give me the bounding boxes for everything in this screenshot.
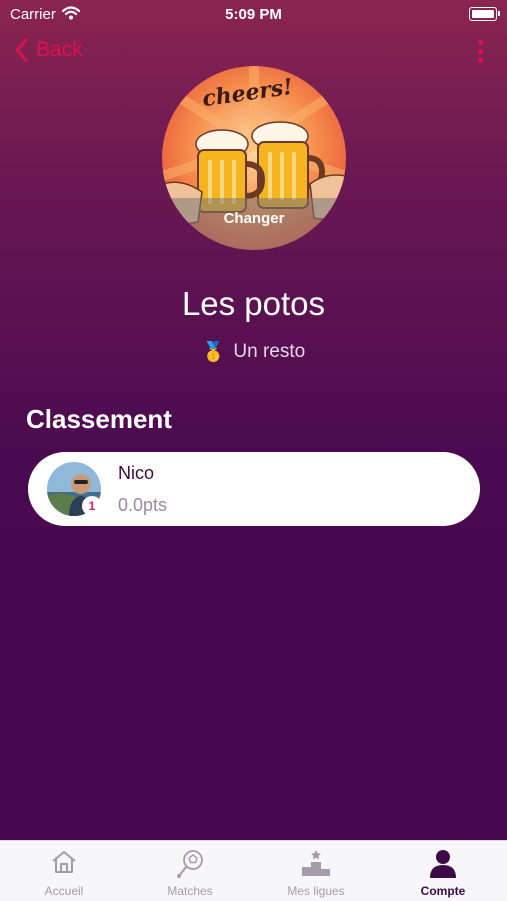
- change-image-button[interactable]: Changer: [162, 210, 346, 227]
- league-name: Les potos: [181, 285, 326, 322]
- tab-matches[interactable]: Matches: [127, 841, 253, 901]
- tab-label: Mes ligues: [287, 884, 345, 898]
- league-prize: 🥇 Un resto: [0, 340, 507, 364]
- player-name: Nico: [118, 463, 155, 483]
- podium-icon: [302, 850, 330, 876]
- tab-bar: Accueil Matches Mes ligues Compte: [0, 840, 507, 901]
- tab-label: Matches: [167, 884, 213, 898]
- more-options-icon[interactable]: [477, 40, 485, 64]
- battery-icon: [469, 7, 500, 21]
- status-bar: Carrier 5:09 PM: [0, 0, 507, 28]
- tab-label: Compte: [420, 884, 466, 898]
- clock: 5:09 PM: [225, 6, 282, 23]
- soccer-ball-icon: [177, 850, 203, 878]
- tab-compte[interactable]: Compte: [380, 841, 506, 901]
- back-label: Back: [36, 38, 83, 61]
- tab-label: Accueil: [44, 884, 84, 898]
- league-image[interactable]: cheers! Changer: [162, 66, 346, 250]
- league-prize-label: Un resto: [233, 341, 306, 362]
- player-points: 0.0pts: [118, 495, 168, 515]
- league-screen: Carrier 5:09 PM Back cheers! Changer Les…: [0, 0, 507, 840]
- home-icon: [52, 851, 76, 873]
- chevron-left-icon: [15, 38, 28, 62]
- back-button[interactable]: Back: [14, 38, 83, 62]
- tab-mes-ligues[interactable]: Mes ligues: [253, 841, 379, 901]
- tab-accueil[interactable]: Accueil: [1, 841, 127, 901]
- medal-icon: 🥇: [201, 342, 226, 363]
- rank-badge: 1: [82, 496, 102, 516]
- ranking-title: Classement: [26, 404, 172, 434]
- user-icon: [430, 850, 456, 878]
